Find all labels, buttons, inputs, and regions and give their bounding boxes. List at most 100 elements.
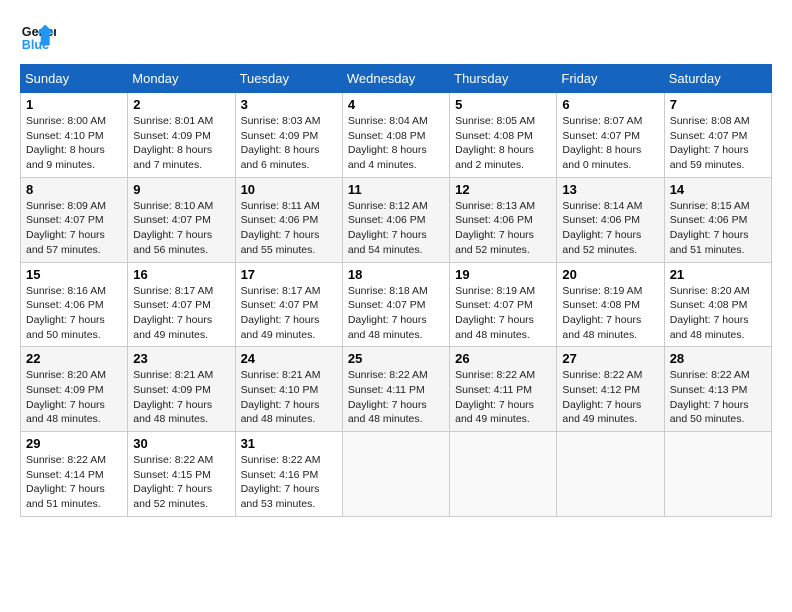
calendar-cell: 30 Sunrise: 8:22 AMSunset: 4:15 PMDaylig… [128,432,235,517]
day-number: 21 [670,267,766,282]
day-info: Sunrise: 8:10 AMSunset: 4:07 PMDaylight:… [133,200,213,256]
calendar-body: 1 Sunrise: 8:00 AMSunset: 4:10 PMDayligh… [21,93,772,517]
calendar-cell [664,432,771,517]
day-info: Sunrise: 8:22 AMSunset: 4:11 PMDaylight:… [348,369,428,425]
calendar-cell: 3 Sunrise: 8:03 AMSunset: 4:09 PMDayligh… [235,93,342,178]
day-number: 4 [348,97,444,112]
day-number: 25 [348,351,444,366]
day-info: Sunrise: 8:15 AMSunset: 4:06 PMDaylight:… [670,200,750,256]
day-info: Sunrise: 8:09 AMSunset: 4:07 PMDaylight:… [26,200,106,256]
day-number: 5 [455,97,551,112]
calendar-cell: 25 Sunrise: 8:22 AMSunset: 4:11 PMDaylig… [342,347,449,432]
day-number: 2 [133,97,229,112]
day-info: Sunrise: 8:17 AMSunset: 4:07 PMDaylight:… [241,285,321,341]
calendar-cell: 12 Sunrise: 8:13 AMSunset: 4:06 PMDaylig… [450,177,557,262]
calendar-week-2: 8 Sunrise: 8:09 AMSunset: 4:07 PMDayligh… [21,177,772,262]
day-number: 3 [241,97,337,112]
day-info: Sunrise: 8:07 AMSunset: 4:07 PMDaylight:… [562,115,642,171]
day-number: 26 [455,351,551,366]
day-info: Sunrise: 8:22 AMSunset: 4:15 PMDaylight:… [133,454,213,510]
day-info: Sunrise: 8:21 AMSunset: 4:09 PMDaylight:… [133,369,213,425]
day-info: Sunrise: 8:19 AMSunset: 4:07 PMDaylight:… [455,285,535,341]
calendar-table: SundayMondayTuesdayWednesdayThursdayFrid… [20,64,772,517]
calendar-cell: 22 Sunrise: 8:20 AMSunset: 4:09 PMDaylig… [21,347,128,432]
day-info: Sunrise: 8:22 AMSunset: 4:12 PMDaylight:… [562,369,642,425]
day-info: Sunrise: 8:05 AMSunset: 4:08 PMDaylight:… [455,115,535,171]
calendar-cell: 2 Sunrise: 8:01 AMSunset: 4:09 PMDayligh… [128,93,235,178]
day-number: 7 [670,97,766,112]
day-number: 6 [562,97,658,112]
day-number: 18 [348,267,444,282]
day-number: 12 [455,182,551,197]
calendar-cell: 29 Sunrise: 8:22 AMSunset: 4:14 PMDaylig… [21,432,128,517]
calendar-header-thursday: Thursday [450,65,557,93]
calendar-header-tuesday: Tuesday [235,65,342,93]
day-number: 15 [26,267,122,282]
day-info: Sunrise: 8:22 AMSunset: 4:16 PMDaylight:… [241,454,321,510]
day-info: Sunrise: 8:01 AMSunset: 4:09 PMDaylight:… [133,115,213,171]
day-number: 31 [241,436,337,451]
day-number: 23 [133,351,229,366]
calendar-cell: 11 Sunrise: 8:12 AMSunset: 4:06 PMDaylig… [342,177,449,262]
day-info: Sunrise: 8:22 AMSunset: 4:14 PMDaylight:… [26,454,106,510]
day-info: Sunrise: 8:19 AMSunset: 4:08 PMDaylight:… [562,285,642,341]
day-number: 10 [241,182,337,197]
day-info: Sunrise: 8:04 AMSunset: 4:08 PMDaylight:… [348,115,428,171]
calendar-cell: 4 Sunrise: 8:04 AMSunset: 4:08 PMDayligh… [342,93,449,178]
day-number: 24 [241,351,337,366]
day-info: Sunrise: 8:08 AMSunset: 4:07 PMDaylight:… [670,115,750,171]
day-info: Sunrise: 8:00 AMSunset: 4:10 PMDaylight:… [26,115,106,171]
calendar-cell: 24 Sunrise: 8:21 AMSunset: 4:10 PMDaylig… [235,347,342,432]
calendar-week-3: 15 Sunrise: 8:16 AMSunset: 4:06 PMDaylig… [21,262,772,347]
day-info: Sunrise: 8:14 AMSunset: 4:06 PMDaylight:… [562,200,642,256]
calendar-cell: 23 Sunrise: 8:21 AMSunset: 4:09 PMDaylig… [128,347,235,432]
calendar-cell [450,432,557,517]
calendar-header: SundayMondayTuesdayWednesdayThursdayFrid… [21,65,772,93]
logo-icon: General Blue [20,20,56,56]
header: General Blue [20,20,772,56]
day-number: 11 [348,182,444,197]
day-number: 28 [670,351,766,366]
calendar-cell: 21 Sunrise: 8:20 AMSunset: 4:08 PMDaylig… [664,262,771,347]
calendar-cell [342,432,449,517]
day-info: Sunrise: 8:21 AMSunset: 4:10 PMDaylight:… [241,369,321,425]
day-number: 14 [670,182,766,197]
calendar-week-1: 1 Sunrise: 8:00 AMSunset: 4:10 PMDayligh… [21,93,772,178]
day-number: 8 [26,182,122,197]
day-info: Sunrise: 8:18 AMSunset: 4:07 PMDaylight:… [348,285,428,341]
day-number: 1 [26,97,122,112]
day-info: Sunrise: 8:12 AMSunset: 4:06 PMDaylight:… [348,200,428,256]
calendar-header-friday: Friday [557,65,664,93]
logo: General Blue [20,20,60,56]
calendar-cell: 15 Sunrise: 8:16 AMSunset: 4:06 PMDaylig… [21,262,128,347]
calendar-cell: 18 Sunrise: 8:18 AMSunset: 4:07 PMDaylig… [342,262,449,347]
day-info: Sunrise: 8:20 AMSunset: 4:08 PMDaylight:… [670,285,750,341]
day-number: 19 [455,267,551,282]
calendar-cell [557,432,664,517]
day-number: 20 [562,267,658,282]
day-number: 17 [241,267,337,282]
day-info: Sunrise: 8:03 AMSunset: 4:09 PMDaylight:… [241,115,321,171]
calendar-cell: 9 Sunrise: 8:10 AMSunset: 4:07 PMDayligh… [128,177,235,262]
day-info: Sunrise: 8:13 AMSunset: 4:06 PMDaylight:… [455,200,535,256]
calendar-cell: 8 Sunrise: 8:09 AMSunset: 4:07 PMDayligh… [21,177,128,262]
day-number: 30 [133,436,229,451]
calendar-cell: 27 Sunrise: 8:22 AMSunset: 4:12 PMDaylig… [557,347,664,432]
day-info: Sunrise: 8:16 AMSunset: 4:06 PMDaylight:… [26,285,106,341]
calendar-cell: 19 Sunrise: 8:19 AMSunset: 4:07 PMDaylig… [450,262,557,347]
calendar-cell: 10 Sunrise: 8:11 AMSunset: 4:06 PMDaylig… [235,177,342,262]
calendar-header-saturday: Saturday [664,65,771,93]
day-number: 16 [133,267,229,282]
day-info: Sunrise: 8:20 AMSunset: 4:09 PMDaylight:… [26,369,106,425]
day-info: Sunrise: 8:17 AMSunset: 4:07 PMDaylight:… [133,285,213,341]
calendar-header-sunday: Sunday [21,65,128,93]
calendar-header-monday: Monday [128,65,235,93]
calendar-cell: 5 Sunrise: 8:05 AMSunset: 4:08 PMDayligh… [450,93,557,178]
calendar-cell: 20 Sunrise: 8:19 AMSunset: 4:08 PMDaylig… [557,262,664,347]
calendar-cell: 26 Sunrise: 8:22 AMSunset: 4:11 PMDaylig… [450,347,557,432]
calendar-cell: 17 Sunrise: 8:17 AMSunset: 4:07 PMDaylig… [235,262,342,347]
calendar-cell: 1 Sunrise: 8:00 AMSunset: 4:10 PMDayligh… [21,93,128,178]
day-number: 27 [562,351,658,366]
calendar-cell: 31 Sunrise: 8:22 AMSunset: 4:16 PMDaylig… [235,432,342,517]
calendar-cell: 6 Sunrise: 8:07 AMSunset: 4:07 PMDayligh… [557,93,664,178]
